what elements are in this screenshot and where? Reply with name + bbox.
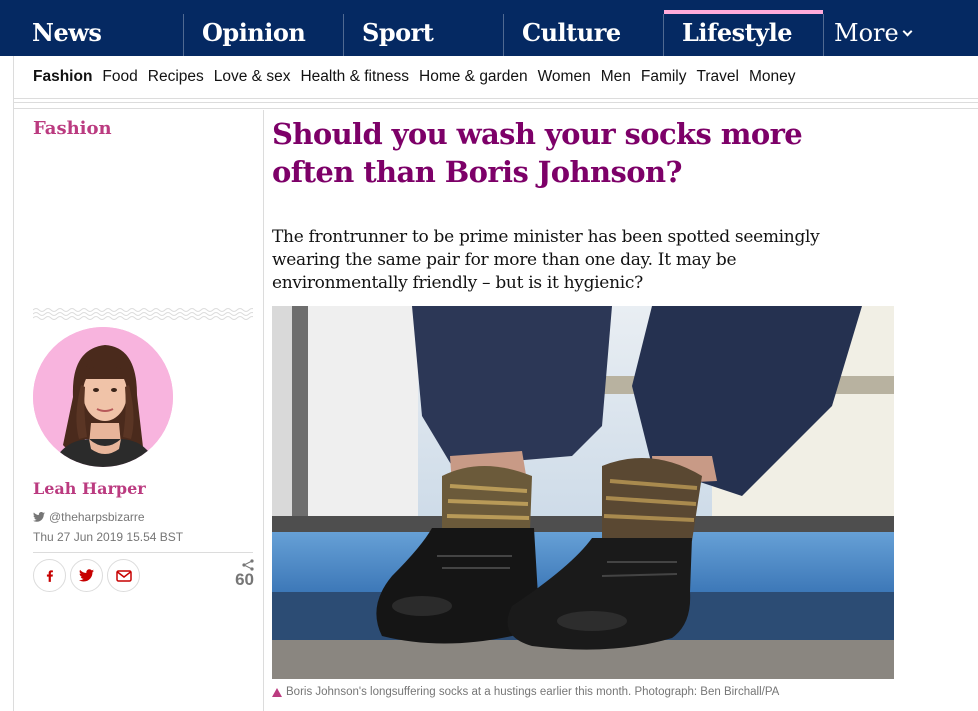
- caption-triangle-icon: [272, 687, 282, 697]
- facebook-icon: [46, 569, 53, 582]
- share-count-number: 60: [235, 570, 254, 589]
- image-caption: Boris Johnson's longsuffering socks at a…: [272, 686, 779, 698]
- subnav-item-home-garden[interactable]: Home & garden: [419, 56, 528, 98]
- divider: [14, 102, 978, 109]
- more-menu-button[interactable]: More: [823, 14, 913, 56]
- subnav-item-recipes[interactable]: Recipes: [148, 56, 204, 98]
- share-facebook-button[interactable]: [33, 559, 66, 592]
- more-label: More: [834, 19, 899, 47]
- subnav-item-men[interactable]: Men: [601, 56, 631, 98]
- subnav-item-fashion[interactable]: Fashion: [33, 56, 92, 98]
- squiggle-divider: [33, 308, 253, 320]
- twitter-handle: @theharpsbizarre: [49, 510, 145, 524]
- pillar-label: Sport: [362, 18, 434, 47]
- author-portrait: [33, 327, 173, 467]
- divider: [33, 552, 253, 553]
- pillar-opinion[interactable]: Opinion: [183, 14, 306, 56]
- twitter-bird-icon: [33, 512, 45, 522]
- divider: [13, 56, 14, 711]
- pillar-culture[interactable]: Culture: [503, 14, 621, 56]
- pillar-lifestyle[interactable]: Lifestyle: [663, 10, 823, 56]
- subnav: Fashion Food Recipes Love & sex Health & fit…: [14, 56, 978, 99]
- subnav-item-health-fitness[interactable]: Health & fitness: [300, 56, 409, 98]
- section-label[interactable]: Fashion: [33, 118, 112, 139]
- socks-photo: [272, 306, 894, 679]
- share-count: 60: [222, 559, 254, 589]
- subnav-item-family[interactable]: Family: [641, 56, 687, 98]
- twitter-icon: [79, 569, 94, 582]
- article-standfirst: The frontrunner to be prime minister has…: [272, 227, 820, 293]
- author-name-link[interactable]: Leah Harper: [33, 479, 146, 498]
- pillar-label: Culture: [522, 18, 621, 47]
- pillar-news[interactable]: News: [14, 14, 102, 56]
- subnav-item-food[interactable]: Food: [102, 56, 137, 98]
- article-headline: Should you wash your socks more often th…: [272, 117, 803, 189]
- caption-text: Boris Johnson's longsuffering socks at a…: [286, 686, 780, 698]
- divider: [263, 110, 264, 711]
- email-icon: [115, 569, 132, 582]
- pillar-nav: News Opinion Sport Culture Lifestyle Mor…: [0, 0, 978, 56]
- author-twitter-link[interactable]: @theharpsbizarre: [33, 510, 145, 524]
- pillar-sport[interactable]: Sport: [343, 14, 434, 56]
- subnav-item-money[interactable]: Money: [749, 56, 796, 98]
- pillar-label: Lifestyle: [682, 18, 793, 47]
- author-avatar[interactable]: [33, 327, 173, 467]
- article-main-image[interactable]: [272, 306, 894, 679]
- chevron-down-icon: [902, 26, 913, 37]
- subnav-item-travel[interactable]: Travel: [697, 56, 740, 98]
- subnav-item-women[interactable]: Women: [538, 56, 591, 98]
- pillar-label: News: [32, 18, 102, 47]
- publish-date: Thu 27 Jun 2019 15.54 BST: [33, 530, 184, 544]
- share-twitter-button[interactable]: [70, 559, 103, 592]
- pillar-label: Opinion: [202, 18, 306, 47]
- subnav-item-love-sex[interactable]: Love & sex: [214, 56, 291, 98]
- share-email-button[interactable]: [107, 559, 140, 592]
